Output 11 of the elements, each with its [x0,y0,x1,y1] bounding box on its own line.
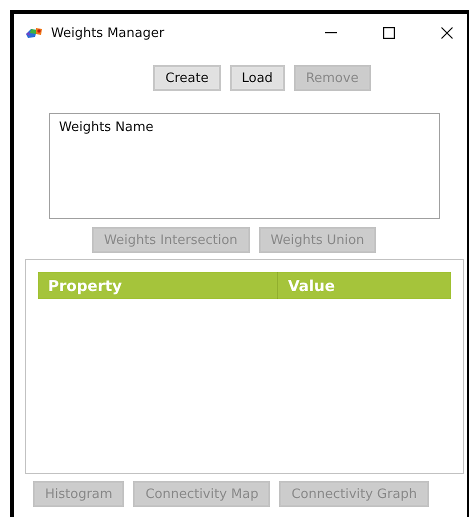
column-header: Value [287,276,335,296]
column-header: Property [38,272,278,299]
maximize-icon[interactable] [383,27,395,39]
action-button[interactable]: Create [153,65,221,91]
window-title: Weights Manager [51,26,164,40]
minimize-icon[interactable] [325,32,337,34]
action-button[interactable]: Load [230,65,285,91]
app-icon [25,26,43,40]
list-header: Weights Name [59,120,154,135]
weights-list[interactable]: Weights Name [49,113,440,219]
close-icon[interactable] [441,27,453,39]
